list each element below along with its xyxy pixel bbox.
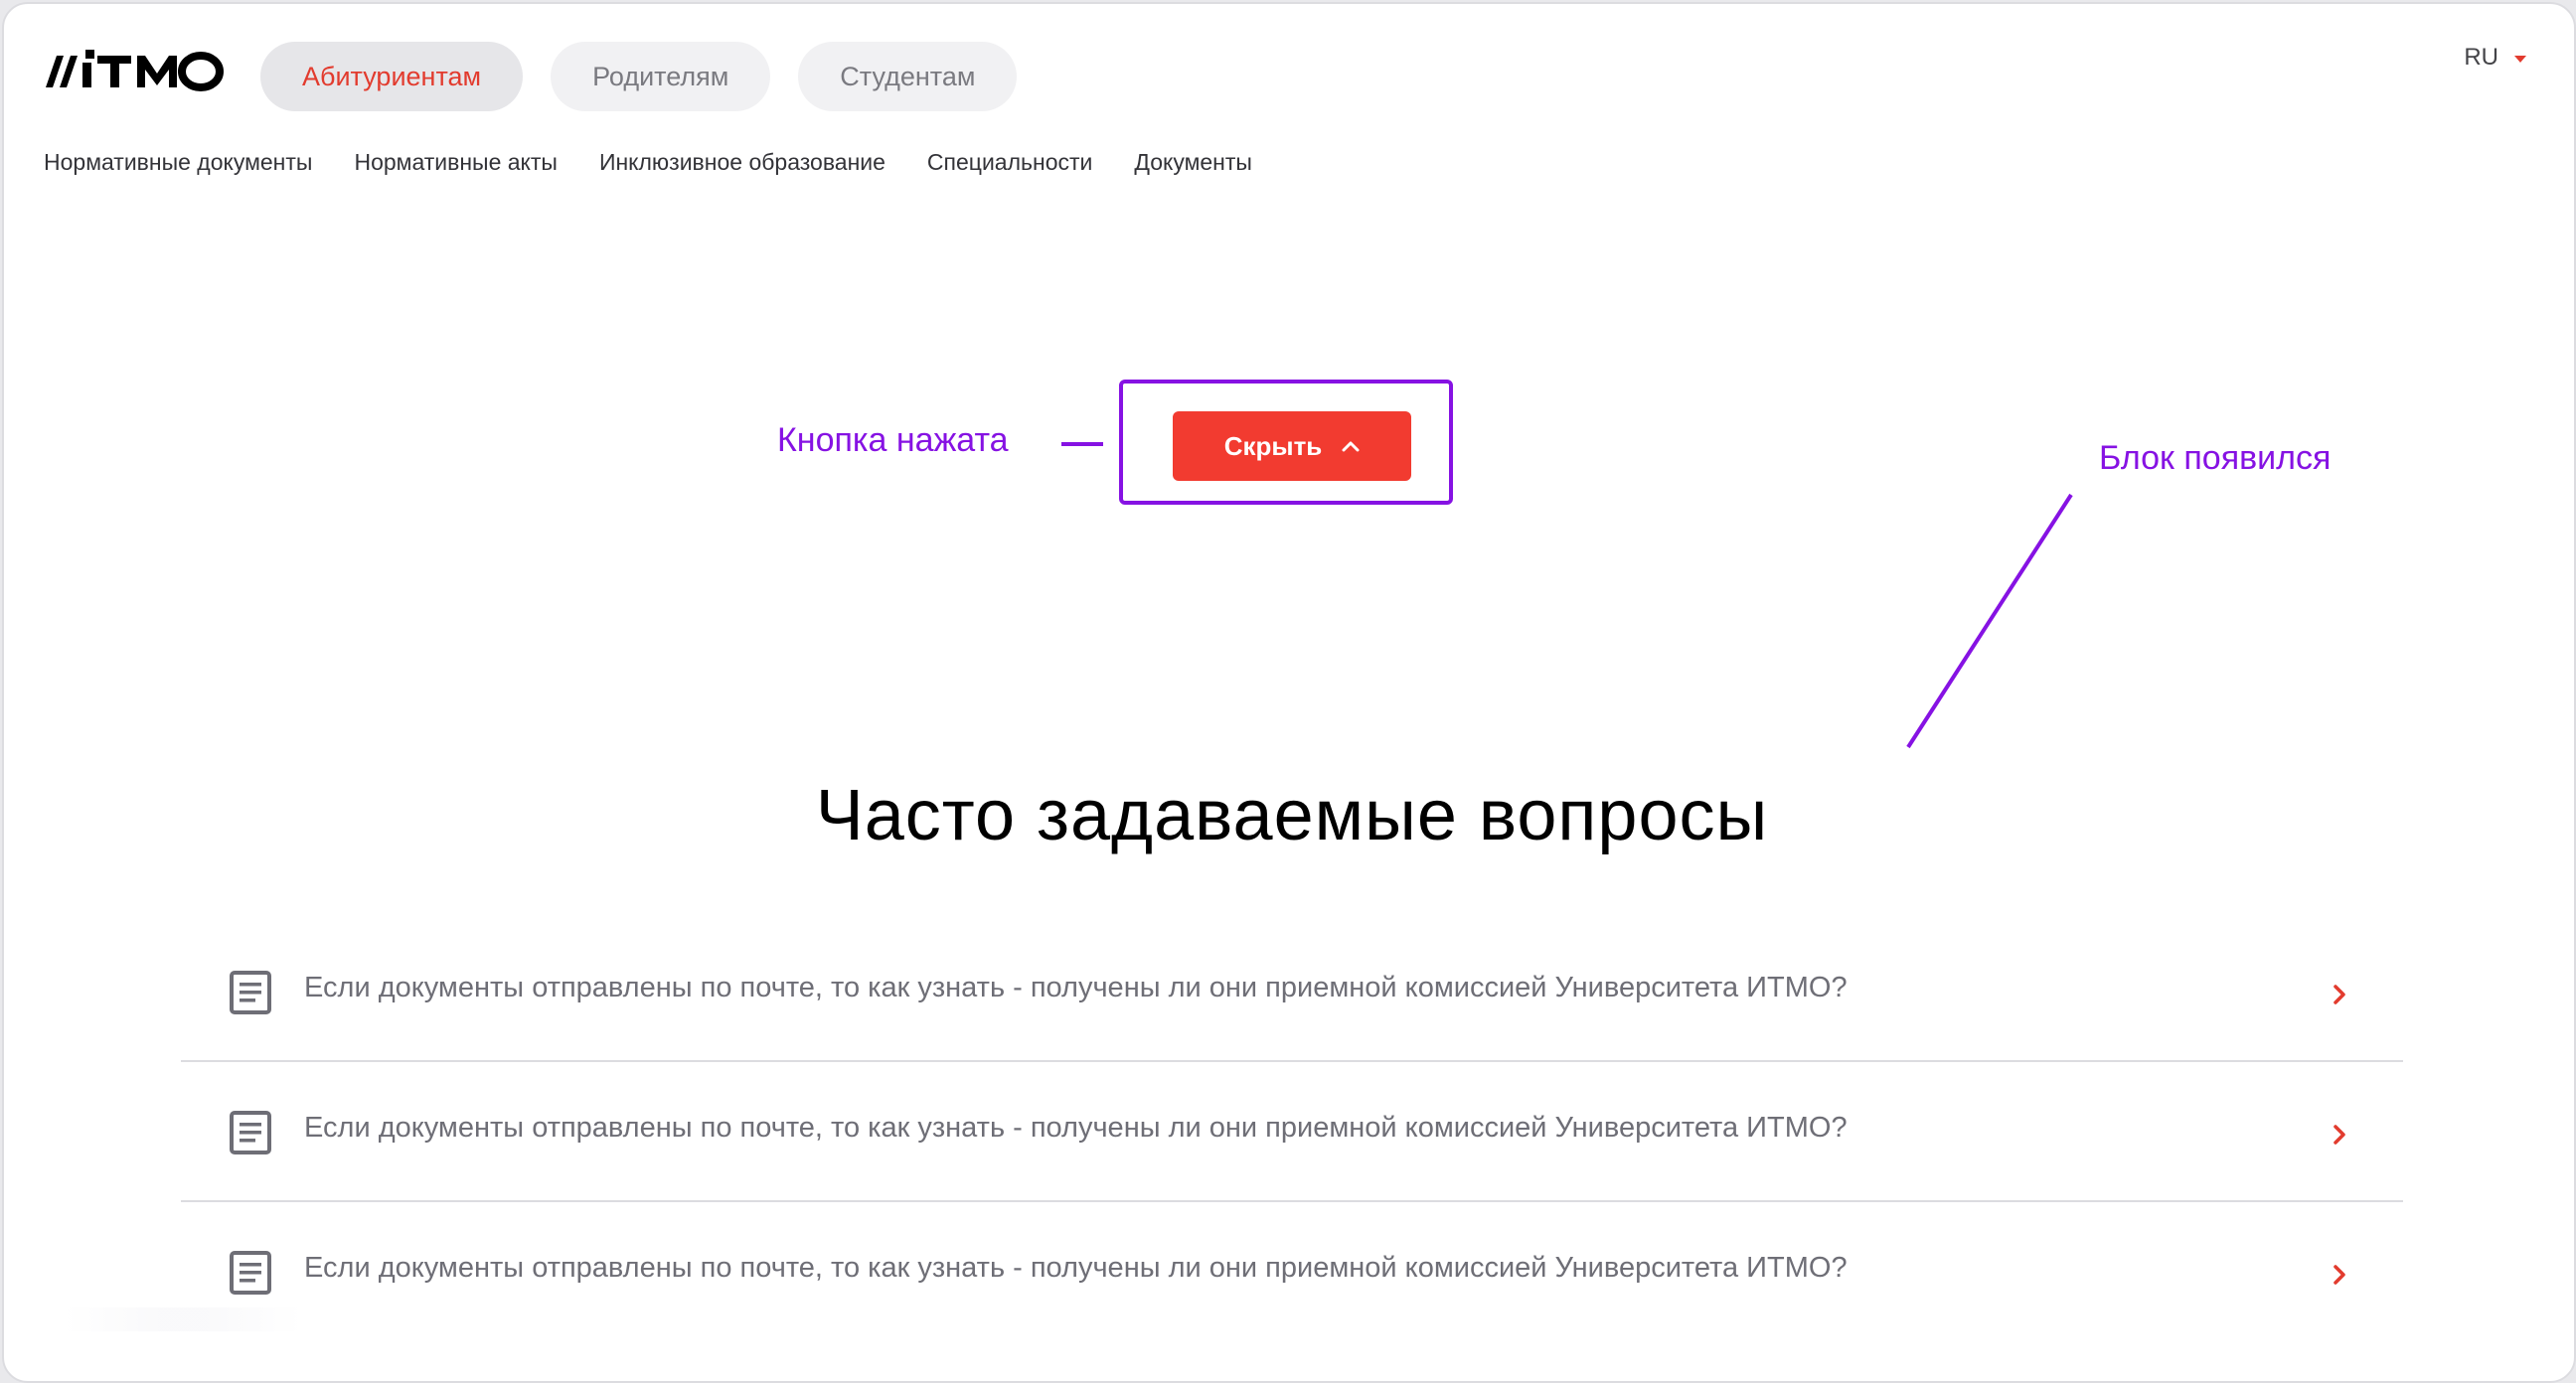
subnav-item-inclusive-education[interactable]: Инклюзивное образование [599, 149, 886, 176]
faq-item[interactable]: Если документы отправлены по почте, то к… [181, 922, 2403, 1062]
chevron-right-icon [2332, 982, 2349, 1007]
annotation-dash [1061, 442, 1103, 446]
faq-question: Если документы отправлены по почте, то к… [304, 972, 1848, 1003]
chevron-right-icon [2332, 1122, 2349, 1148]
scroll-fade [64, 1307, 302, 1331]
document-icon [229, 1110, 272, 1155]
hide-button[interactable]: Скрыть [1173, 411, 1411, 481]
sub-navigation: Нормативные документы Нормативные акты И… [44, 149, 1252, 176]
document-icon [229, 970, 272, 1015]
annotation-block-appeared: Блок появился [2099, 439, 2332, 477]
faq-question: Если документы отправлены по почте, то к… [304, 1252, 1848, 1284]
subnav-item-normative-documents[interactable]: Нормативные документы [44, 149, 312, 176]
document-icon [229, 1250, 272, 1296]
chevron-right-icon [2332, 1262, 2349, 1288]
chevron-up-icon [1342, 440, 1360, 452]
faq-list: Если документы отправлены по почте, то к… [181, 922, 2403, 1340]
tab-parents[interactable]: Родителям [551, 42, 771, 111]
language-switcher[interactable]: RU [2464, 44, 2526, 72]
tab-students[interactable]: Студентам [798, 42, 1018, 111]
hide-button-label: Скрыть [1223, 430, 1323, 461]
itmo-logo[interactable] [42, 48, 225, 93]
faq-question: Если документы отправлены по почте, то к… [304, 1112, 1848, 1144]
subnav-item-documents[interactable]: Документы [1134, 149, 1252, 176]
faq-title: Часто задаваемые вопросы [815, 776, 1769, 855]
annotation-button-pressed: Кнопка нажата [777, 421, 1009, 459]
language-label: RU [2464, 44, 2498, 71]
subnav-item-specialties[interactable]: Специальности [927, 149, 1092, 176]
tab-applicants[interactable]: Абитуриентам [260, 42, 524, 111]
faq-item[interactable]: Если документы отправлены по почте, то к… [181, 1062, 2403, 1202]
faq-item[interactable]: Если документы отправлены по почте, то к… [181, 1202, 2403, 1340]
caret-down-icon [2514, 55, 2526, 63]
subnav-item-normative-acts[interactable]: Нормативные акты [354, 149, 557, 176]
page-frame: Абитуриентам Родителям Студентам RU Норм… [2, 2, 2576, 1383]
audience-tabs: Абитуриентам Родителям Студентам [260, 42, 1018, 111]
